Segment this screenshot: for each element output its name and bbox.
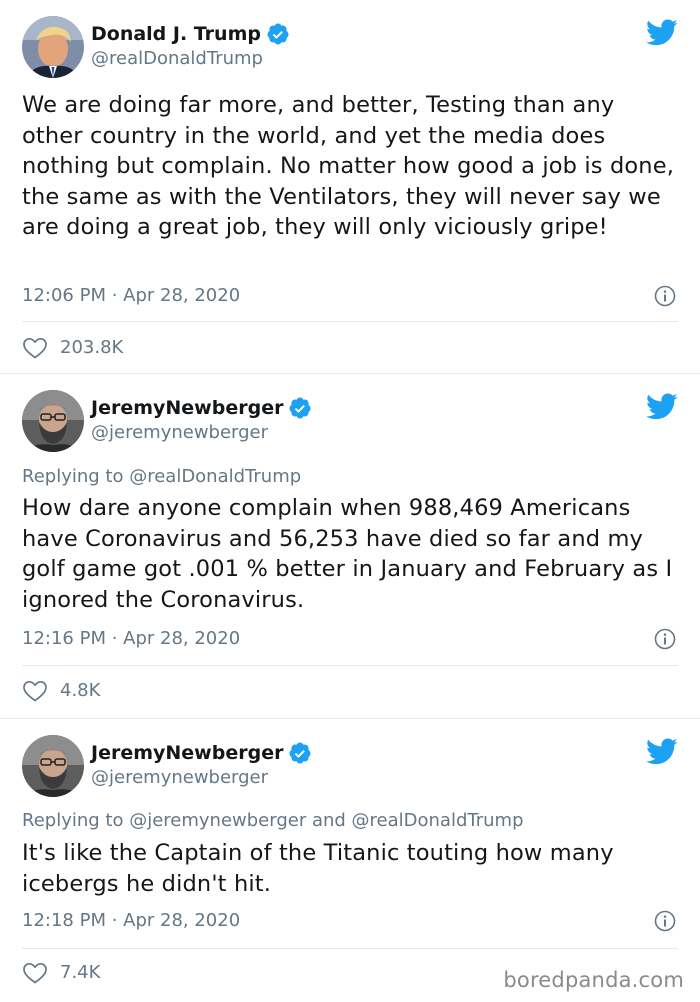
tweet-card[interactable]: JeremyNewberger @jeremynewberger Replyin… xyxy=(0,719,700,1002)
author-name[interactable]: JeremyNewberger xyxy=(91,396,312,420)
twitter-bird-icon[interactable] xyxy=(646,392,678,420)
avatar-jeremy-icon xyxy=(22,390,84,452)
reply-mention-link[interactable]: @realDonaldTrump xyxy=(129,466,301,487)
like-count: 4.8K xyxy=(60,680,101,701)
tweet-text: It's like the Captain of the Titanic tou… xyxy=(22,840,614,897)
like-count: 7.4K xyxy=(60,962,101,983)
replying-to: Replying to @realDonaldTrump xyxy=(22,465,301,489)
heart-icon[interactable] xyxy=(22,961,48,985)
author-handle[interactable]: @jeremynewberger xyxy=(91,421,268,445)
like-action[interactable]: 7.4K xyxy=(22,961,100,985)
avatar-jeremy-icon xyxy=(22,735,84,797)
replying-prefix: Replying to xyxy=(22,810,130,831)
author-name-text: Donald J. Trump xyxy=(91,23,261,45)
tweet-card[interactable]: JeremyNewberger @jeremynewberger Replyin… xyxy=(0,374,700,719)
divider xyxy=(22,321,678,322)
replying-to: Replying to @jeremynewberger and @realDo… xyxy=(22,809,524,833)
author-name[interactable]: JeremyNewberger xyxy=(91,741,312,765)
verified-badge-icon xyxy=(288,396,312,420)
info-icon[interactable] xyxy=(654,628,676,650)
tweet-timestamp[interactable]: 12:18 PM · Apr 28, 2020 xyxy=(22,909,240,933)
avatar[interactable] xyxy=(22,390,84,452)
avatar[interactable] xyxy=(22,16,84,78)
divider xyxy=(22,665,678,666)
author-name-text: JeremyNewberger xyxy=(91,742,284,764)
replying-prefix: Replying to xyxy=(22,466,130,487)
tweet-text: How dare anyone complain when 988,469 Am… xyxy=(22,495,673,613)
author-handle[interactable]: @realDonaldTrump xyxy=(91,47,263,71)
author-handle[interactable]: @jeremynewberger xyxy=(91,766,268,790)
heart-icon[interactable] xyxy=(22,336,48,360)
info-icon[interactable] xyxy=(654,910,676,932)
like-count: 203.8K xyxy=(60,337,124,358)
avatar[interactable] xyxy=(22,735,84,797)
info-icon[interactable] xyxy=(654,285,676,307)
author-name-text: JeremyNewberger xyxy=(91,397,284,419)
like-action[interactable]: 4.8K xyxy=(22,679,100,703)
divider xyxy=(22,948,678,949)
author-name[interactable]: Donald J. Trump xyxy=(91,22,290,46)
tweet-timestamp[interactable]: 12:16 PM · Apr 28, 2020 xyxy=(22,627,240,651)
reply-mention-link[interactable]: @jeremynewberger and @realDonaldTrump xyxy=(129,810,523,831)
verified-badge-icon xyxy=(266,22,290,46)
like-action[interactable]: 203.8K xyxy=(22,336,123,360)
tweet-card[interactable]: Donald J. Trump @realDonaldTrump We are … xyxy=(0,0,700,374)
watermark: boredpanda.com xyxy=(503,968,684,992)
tweet-timestamp[interactable]: 12:06 PM · Apr 28, 2020 xyxy=(22,284,240,308)
heart-icon[interactable] xyxy=(22,679,48,703)
avatar-trump-icon xyxy=(22,16,84,78)
verified-badge-icon xyxy=(288,741,312,765)
twitter-bird-icon[interactable] xyxy=(646,737,678,765)
twitter-bird-icon[interactable] xyxy=(646,18,678,46)
tweet-text: We are doing far more, and better, Testi… xyxy=(22,92,675,240)
